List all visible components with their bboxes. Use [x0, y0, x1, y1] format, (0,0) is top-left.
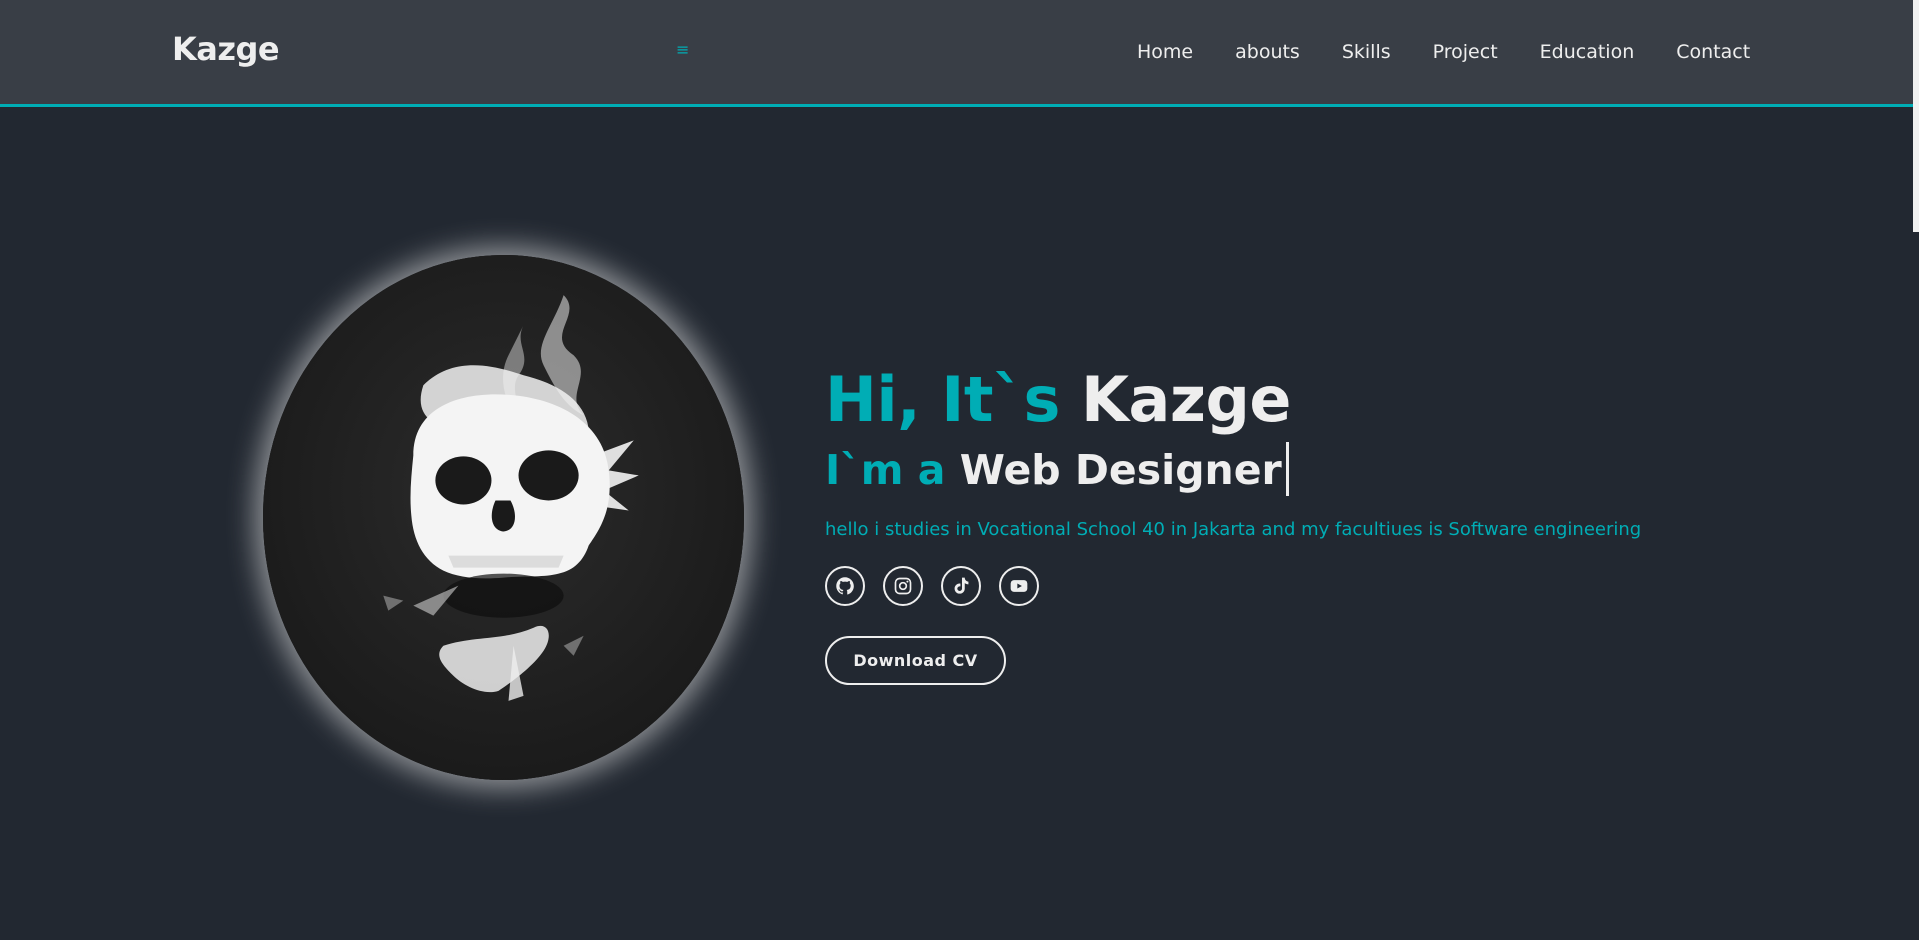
menu-toggle-icon[interactable]: ≡	[676, 40, 689, 60]
instagram-link[interactable]	[883, 566, 923, 606]
nav-link-project[interactable]: Project	[1433, 38, 1498, 66]
site-header: Kazge ≡ Home abouts Skills Project Educa…	[0, 0, 1913, 107]
instagram-icon	[894, 577, 912, 595]
hero-subtitle: I`m a Web Designer	[825, 442, 1641, 498]
youtube-icon	[1010, 580, 1028, 592]
nav-link-abouts[interactable]: abouts	[1235, 38, 1300, 66]
nav-link-skills[interactable]: Skills	[1342, 38, 1391, 66]
youtube-link[interactable]	[999, 566, 1039, 606]
hero-title: Hi, It`s Kazge	[825, 360, 1641, 440]
nav-link-contact[interactable]: Contact	[1676, 38, 1750, 66]
social-links	[825, 566, 1641, 606]
page-scrollbar[interactable]	[1913, 0, 1919, 940]
profile-avatar	[263, 255, 744, 780]
main-nav: Home abouts Skills Project Education Con…	[1137, 38, 1750, 66]
nav-link-home[interactable]: Home	[1137, 38, 1193, 66]
nav-link-education[interactable]: Education	[1540, 38, 1635, 66]
tiktok-icon	[954, 577, 969, 594]
hero-description: hello i studies in Vocational School 40 …	[825, 519, 1642, 540]
skull-illustration	[263, 255, 744, 780]
tiktok-link[interactable]	[941, 566, 981, 606]
github-link[interactable]	[825, 566, 865, 606]
site-logo[interactable]: Kazge	[172, 30, 280, 68]
download-cv-button[interactable]: Download CV	[825, 636, 1006, 685]
role-prefix: I`m a	[825, 446, 946, 494]
typing-caret	[1285, 442, 1289, 496]
role-text: Web Designer	[959, 446, 1282, 494]
hero-name: Kazge	[1080, 363, 1291, 436]
scrollbar-thumb[interactable]	[1913, 0, 1919, 232]
greeting-text: Hi, It`s	[825, 363, 1060, 436]
github-icon	[836, 577, 854, 595]
hero-section: Hi, It`s Kazge I`m a Web Designer hello …	[825, 360, 1641, 685]
